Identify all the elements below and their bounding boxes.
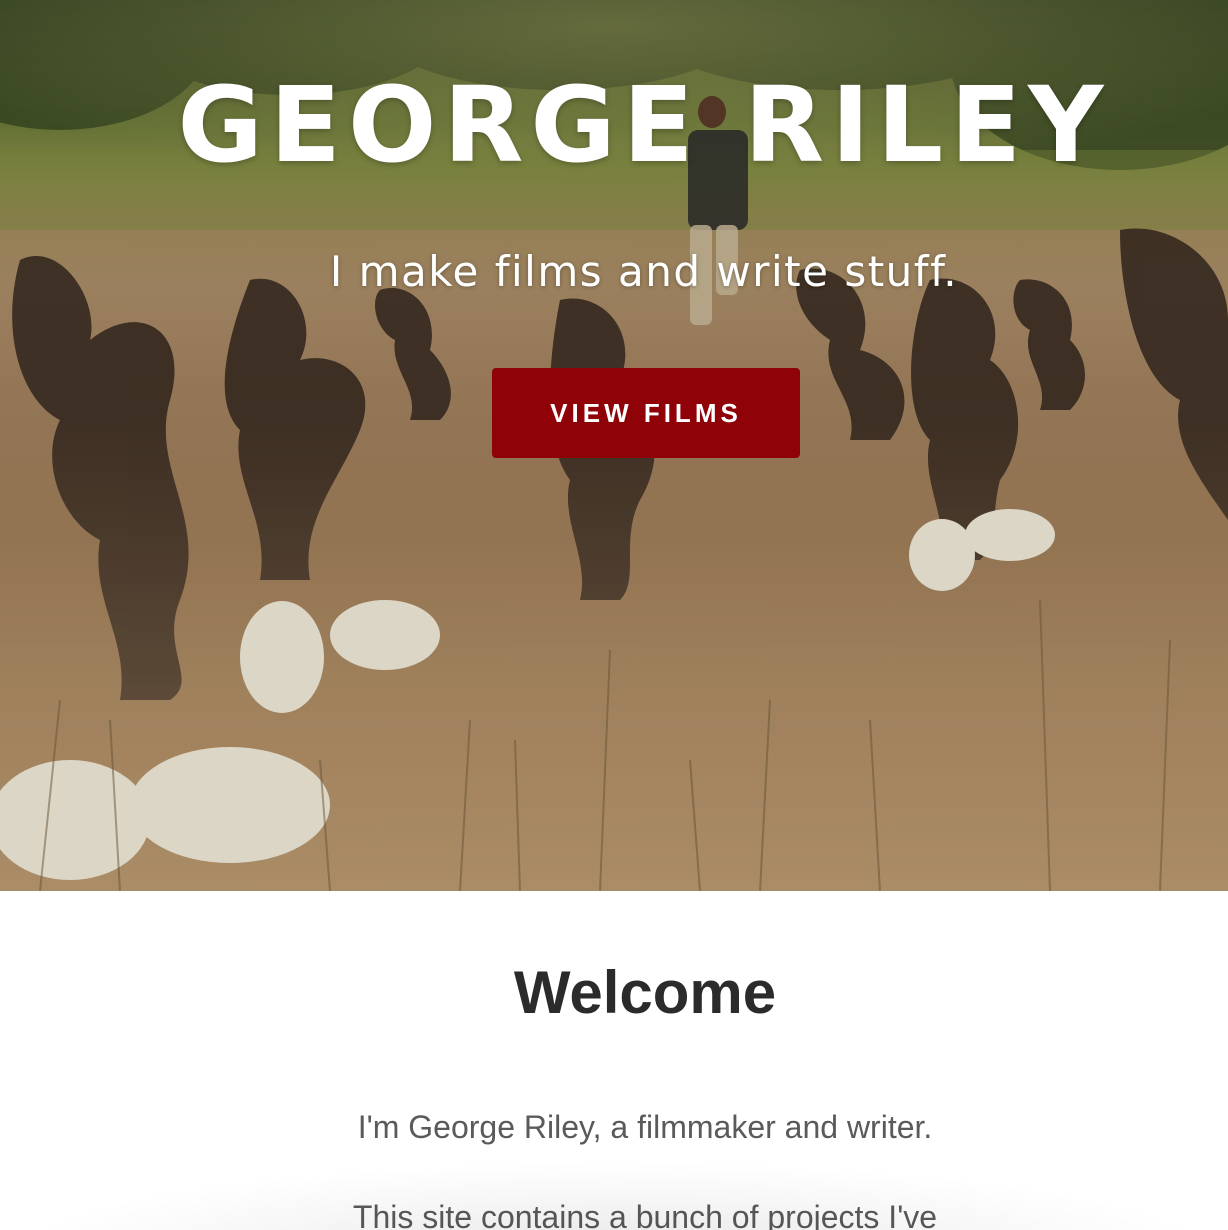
hero-tagline: I make films and write stuff.	[329, 247, 959, 296]
welcome-heading: Welcome	[513, 959, 777, 1026]
page: GEORGE RILEY I make films and write stuf…	[0, 0, 1228, 1230]
welcome-section: Welcome I'm George Riley, a filmmaker an…	[0, 891, 1228, 1230]
welcome-intro-text: I'm George Riley, a filmmaker and writer…	[357, 1109, 933, 1145]
view-films-button[interactable]: VIEW FILMS	[492, 368, 800, 458]
site-title: GEORGE RILEY	[177, 64, 1111, 186]
welcome-body-text: This site contains a bunch of projects I…	[352, 1199, 938, 1230]
hero-section: GEORGE RILEY I make films and write stuf…	[0, 0, 1228, 891]
